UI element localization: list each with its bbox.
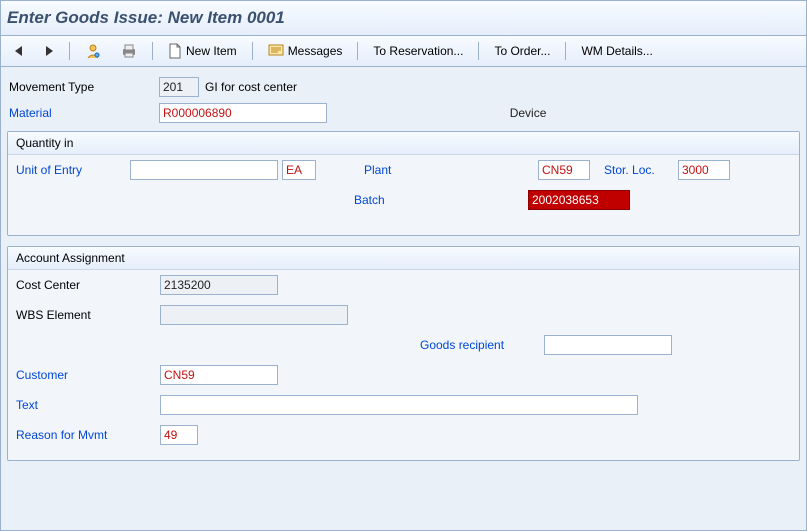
- overview-button[interactable]: [78, 40, 108, 62]
- to-order-button[interactable]: To Order...: [487, 41, 557, 61]
- quantity-group: Quantity in Unit of Entry Plant Stor. Lo…: [7, 131, 800, 236]
- print-button[interactable]: [114, 40, 144, 62]
- wbs-input[interactable]: [160, 305, 348, 325]
- wm-details-label: WM Details...: [581, 44, 652, 58]
- movement-type-text: GI for cost center: [199, 80, 303, 94]
- new-item-label: New Item: [186, 44, 237, 58]
- material-label: Material: [5, 106, 159, 120]
- to-reservation-label: To Reservation...: [373, 44, 463, 58]
- new-document-icon: [168, 43, 182, 59]
- batch-label: Batch: [354, 193, 414, 207]
- movement-type-row: Movement Type GI for cost center: [5, 75, 802, 99]
- toolbar-separator: [152, 42, 153, 60]
- account-assignment-group: Account Assignment Cost Center WBS Eleme…: [7, 246, 800, 461]
- batch-input[interactable]: [528, 190, 630, 210]
- sap-window: Enter Goods Issue: New Item 0001: [0, 0, 807, 531]
- material-row: Material Device: [5, 101, 802, 125]
- toolbar-separator: [252, 42, 253, 60]
- stor-loc-input[interactable]: [678, 160, 730, 180]
- toolbar-separator: [565, 42, 566, 60]
- content-body: Movement Type GI for cost center Materia…: [1, 67, 806, 479]
- messages-label: Messages: [288, 44, 343, 58]
- new-item-button[interactable]: New Item: [161, 40, 244, 62]
- batch-row: Batch: [8, 185, 799, 215]
- account-group-title: Account Assignment: [8, 247, 799, 270]
- cost-center-row: Cost Center: [8, 270, 799, 300]
- customer-label: Customer: [16, 368, 156, 382]
- customer-input[interactable]: [160, 365, 278, 385]
- plant-label: Plant: [364, 163, 424, 177]
- customer-row: Customer: [8, 360, 799, 390]
- material-input[interactable]: [159, 103, 327, 123]
- reason-row: Reason for Mvmt: [8, 420, 799, 450]
- window-title: Enter Goods Issue: New Item 0001: [7, 8, 285, 28]
- messages-icon: [268, 44, 284, 58]
- goods-recipient-row: Goods recipient: [8, 330, 799, 360]
- toolbar: New Item Messages To Reservation... To O…: [1, 36, 806, 67]
- goods-recipient-input[interactable]: [544, 335, 672, 355]
- cost-center-input[interactable]: [160, 275, 278, 295]
- prev-button[interactable]: [7, 42, 31, 60]
- wbs-label: WBS Element: [16, 308, 156, 322]
- text-label: Text: [16, 398, 156, 412]
- plant-input[interactable]: [538, 160, 590, 180]
- text-row: Text: [8, 390, 799, 420]
- stor-loc-label: Stor. Loc.: [604, 163, 674, 177]
- toolbar-separator: [478, 42, 479, 60]
- unit-of-entry-label: Unit of Entry: [16, 163, 126, 177]
- uom-input[interactable]: [282, 160, 316, 180]
- person-icon: [85, 43, 101, 59]
- to-order-label: To Order...: [494, 44, 550, 58]
- title-bar: Enter Goods Issue: New Item 0001: [1, 1, 806, 36]
- material-description: Device: [407, 106, 552, 120]
- wbs-row: WBS Element: [8, 300, 799, 330]
- goods-recipient-label: Goods recipient: [420, 338, 540, 352]
- triangle-left-icon: [14, 45, 24, 57]
- reason-label: Reason for Mvmt: [16, 428, 156, 442]
- toolbar-separator: [357, 42, 358, 60]
- cost-center-label: Cost Center: [16, 278, 156, 292]
- wm-details-button[interactable]: WM Details...: [574, 41, 659, 61]
- to-reservation-button[interactable]: To Reservation...: [366, 41, 470, 61]
- quantity-group-title: Quantity in: [8, 132, 799, 155]
- movement-type-label: Movement Type: [5, 80, 159, 94]
- messages-button[interactable]: Messages: [261, 41, 350, 61]
- next-button[interactable]: [37, 42, 61, 60]
- triangle-right-icon: [44, 45, 54, 57]
- unit-of-entry-row: Unit of Entry Plant Stor. Loc.: [8, 155, 799, 185]
- text-input[interactable]: [160, 395, 638, 415]
- unit-of-entry-input[interactable]: [130, 160, 278, 180]
- toolbar-separator: [69, 42, 70, 60]
- printer-icon: [121, 43, 137, 59]
- movement-type-input[interactable]: [159, 77, 199, 97]
- reason-input[interactable]: [160, 425, 198, 445]
